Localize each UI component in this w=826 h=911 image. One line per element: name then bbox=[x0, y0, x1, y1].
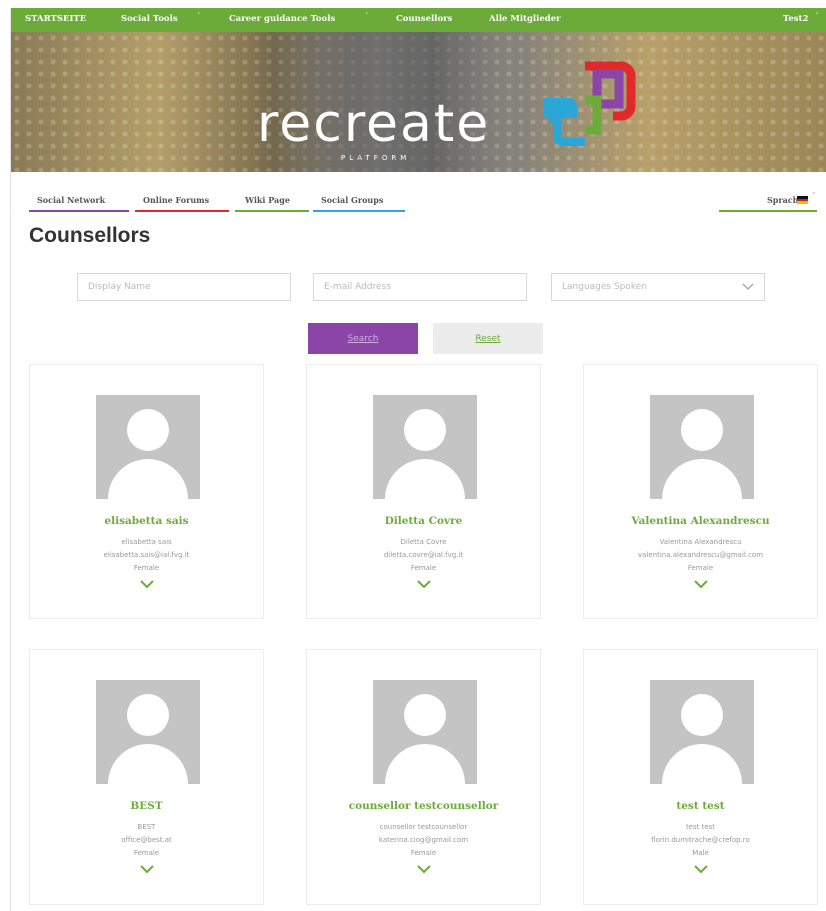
counsellor-display-name: counsellor testcounsellor bbox=[379, 823, 468, 831]
avatar bbox=[96, 680, 200, 784]
avatar bbox=[373, 680, 477, 784]
counsellor-gender: Female bbox=[410, 564, 437, 572]
logo-text: recreate bbox=[257, 94, 491, 154]
avatar bbox=[650, 680, 754, 784]
display-name-field[interactable] bbox=[77, 273, 291, 301]
counsellor-name[interactable]: test test bbox=[584, 800, 817, 812]
chevron-down-icon[interactable] bbox=[140, 579, 154, 589]
counsellor-gender: Female bbox=[133, 849, 160, 857]
counsellor-name[interactable]: BEST bbox=[30, 800, 263, 812]
avatar bbox=[373, 395, 477, 499]
counsellor-card[interactable]: counsellor testcounsellor counsellor tes… bbox=[306, 649, 541, 905]
chevron-down-icon[interactable] bbox=[417, 864, 431, 874]
tab-social-groups[interactable]: Social Groups bbox=[321, 195, 383, 205]
header-banner: recreate PLATFORM bbox=[11, 32, 826, 172]
reset-button[interactable]: Reset bbox=[433, 323, 543, 354]
counsellor-name[interactable]: Diletta Covre bbox=[307, 515, 540, 527]
languages-select-input[interactable] bbox=[552, 274, 764, 300]
caret-icon: ˅ bbox=[197, 12, 201, 20]
counsellor-display-name: elisabetta sais bbox=[121, 538, 172, 546]
nav-social-tools[interactable]: Social Tools bbox=[121, 14, 178, 24]
nav-counsellors[interactable]: Counsellors bbox=[396, 14, 452, 24]
counsellor-card[interactable]: elisabetta sais elisabetta sais elisabet… bbox=[29, 364, 264, 619]
chevron-down-icon bbox=[742, 283, 754, 291]
email-field[interactable] bbox=[313, 273, 527, 301]
counsellor-display-name: Diletta Covre bbox=[400, 538, 447, 546]
counsellor-name[interactable]: counsellor testcounsellor bbox=[307, 800, 540, 812]
top-navbar: STARTSEITE Social Tools ˅ Career guidanc… bbox=[11, 8, 826, 32]
counsellor-email: office@best.at bbox=[121, 836, 172, 844]
caret-icon: ˅ bbox=[365, 12, 369, 20]
german-flag-icon[interactable] bbox=[797, 196, 808, 204]
tab-underline bbox=[235, 210, 309, 212]
counsellor-email: valentina.alexandrescu@gmail.com bbox=[637, 551, 764, 559]
counsellor-gender: Female bbox=[687, 564, 714, 572]
counsellor-card[interactable]: Valentina Alexandrescu Valentina Alexand… bbox=[583, 364, 818, 619]
counsellor-gender: Male bbox=[692, 849, 709, 857]
counsellor-display-name: Valentina Alexandrescu bbox=[659, 538, 742, 546]
language-underline bbox=[719, 210, 817, 212]
languages-select[interactable] bbox=[551, 273, 765, 301]
counsellor-card[interactable]: test test test test florin.dumitrache@cr… bbox=[583, 649, 818, 905]
caret-icon: ˅ bbox=[812, 192, 816, 200]
avatar bbox=[96, 395, 200, 499]
user-menu[interactable]: Test2 bbox=[783, 14, 808, 24]
nav-startseite[interactable]: STARTSEITE bbox=[25, 14, 86, 24]
tab-underline bbox=[29, 210, 129, 212]
counsellor-gender: Female bbox=[410, 849, 437, 857]
display-name-input[interactable] bbox=[78, 274, 290, 300]
counsellor-card[interactable]: Diletta Covre Diletta Covre diletta.covr… bbox=[306, 364, 541, 619]
chevron-down-icon[interactable] bbox=[694, 864, 708, 874]
counsellor-display-name: BEST bbox=[137, 823, 156, 831]
search-button[interactable]: Search bbox=[308, 323, 418, 354]
counsellor-display-name: test test bbox=[685, 823, 716, 831]
email-input[interactable] bbox=[314, 274, 526, 300]
logo-subtitle: PLATFORM bbox=[341, 154, 411, 162]
counsellor-email: katerina.ciog@gmail.com bbox=[378, 836, 469, 844]
counsellor-email: diletta.covre@ial.fvg.it bbox=[383, 551, 464, 559]
counsellor-email: elisabetta.sais@ial.fvg.it bbox=[103, 551, 190, 559]
avatar bbox=[650, 395, 754, 499]
tab-social-network[interactable]: Social Network bbox=[37, 195, 105, 205]
recreate-logo-icon bbox=[543, 61, 636, 146]
counsellor-gender: Female bbox=[133, 564, 160, 572]
tab-wiki-page[interactable]: Wiki Page bbox=[245, 195, 290, 205]
counsellor-name[interactable]: elisabetta sais bbox=[30, 515, 263, 527]
page-title: Counsellors bbox=[29, 224, 151, 247]
tab-underline bbox=[313, 210, 405, 212]
tab-underline bbox=[135, 210, 229, 212]
caret-icon: ˅ bbox=[815, 12, 819, 20]
nav-career-guidance-tools[interactable]: Career guidance Tools bbox=[229, 14, 335, 24]
tab-online-forums[interactable]: Online Forums bbox=[143, 195, 209, 205]
chevron-down-icon[interactable] bbox=[694, 579, 708, 589]
page: STARTSEITE Social Tools ˅ Career guidanc… bbox=[10, 8, 826, 911]
counsellor-email: florin.dumitrache@crefop.ro bbox=[651, 836, 750, 844]
counsellor-name[interactable]: Valentina Alexandrescu bbox=[584, 515, 817, 527]
nav-alle-mitglieder[interactable]: Alle Mitglieder bbox=[489, 14, 561, 24]
chevron-down-icon[interactable] bbox=[417, 579, 431, 589]
counsellor-card[interactable]: BEST BEST office@best.at Female bbox=[29, 649, 264, 905]
chevron-down-icon[interactable] bbox=[140, 864, 154, 874]
